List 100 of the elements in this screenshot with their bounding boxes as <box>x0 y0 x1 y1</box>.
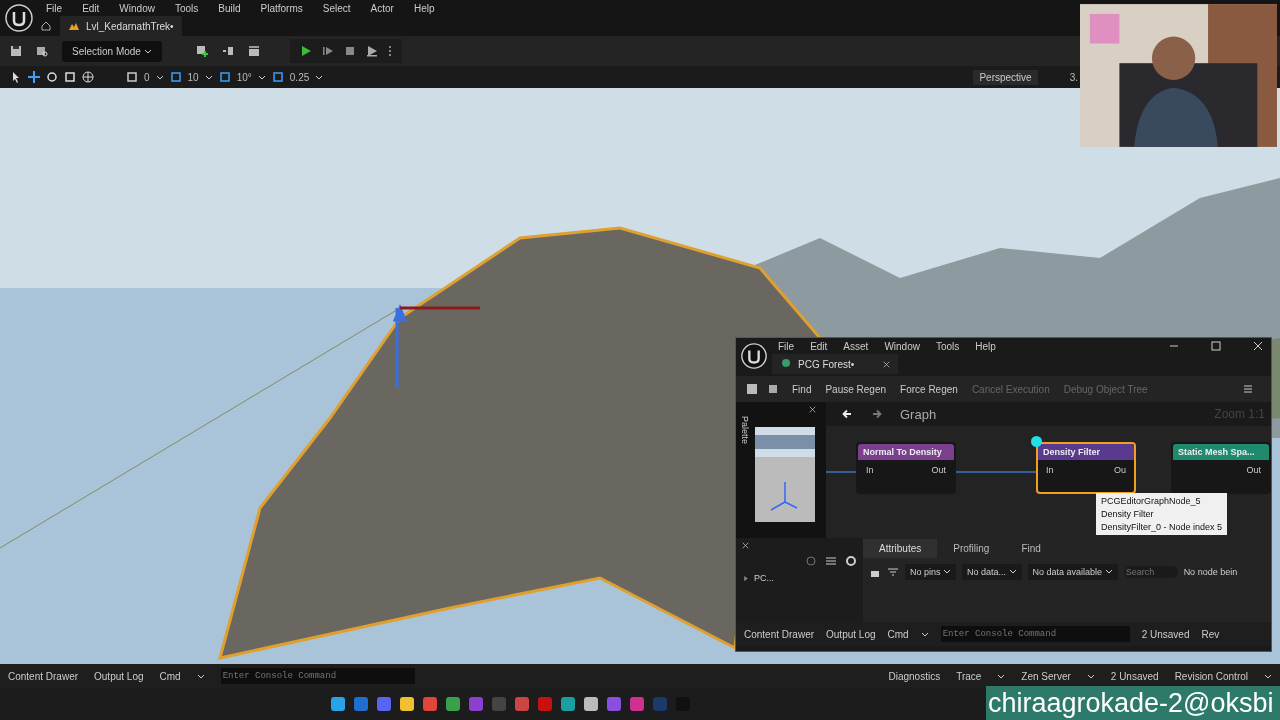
snap-icon[interactable] <box>126 71 138 83</box>
menu-item[interactable]: Platforms <box>260 2 303 14</box>
clapper-icon[interactable] <box>247 45 260 57</box>
browse-icon[interactable] <box>768 383 780 395</box>
expand-arrow-icon[interactable] <box>742 574 750 582</box>
menu-item[interactable]: Tools <box>935 340 960 352</box>
revision-control-dropdown[interactable]: Revision Control <box>1174 670 1248 682</box>
unsaved-button[interactable]: 2 Unsaved <box>1110 670 1159 682</box>
close-icon[interactable] <box>742 542 749 549</box>
select-icon[interactable] <box>10 71 22 83</box>
maximize-icon[interactable] <box>1211 341 1221 351</box>
logo-icon[interactable] <box>4 3 34 33</box>
console-input[interactable]: Enter Console Command <box>940 626 1130 642</box>
snap-value[interactable]: 10 <box>187 71 199 83</box>
toolbar-button[interactable]: Pause Regen <box>823 383 889 395</box>
step-icon[interactable] <box>321 45 334 57</box>
graph-node[interactable]: Static Mesh Spa... Out <box>1171 442 1271 494</box>
toolbar-button[interactable]: Find <box>790 383 814 395</box>
caret-icon[interactable] <box>1086 672 1095 680</box>
output-log-button[interactable]: Output Log <box>826 628 876 640</box>
caret-icon[interactable] <box>997 672 1006 680</box>
filter-dropdown[interactable]: No pins <box>905 564 957 580</box>
back-arrow-icon[interactable] <box>842 409 852 419</box>
filter-dropdown[interactable]: No data... <box>962 564 1022 580</box>
trace-dropdown[interactable]: Trace <box>956 670 982 682</box>
panel-tab[interactable]: Find <box>1005 538 1057 558</box>
menu-item[interactable]: Help <box>413 2 435 14</box>
zen-server-dropdown[interactable]: Zen Server <box>1021 670 1071 682</box>
move-icon[interactable] <box>28 71 40 83</box>
menu-item[interactable]: Edit <box>810 340 828 352</box>
menu-item[interactable]: Select <box>322 2 351 14</box>
pin-label[interactable]: Out <box>931 465 946 475</box>
pin-label[interactable]: Out <box>1246 465 1261 475</box>
viewport-option[interactable]: 3. <box>1069 71 1078 83</box>
rotate-icon[interactable] <box>46 71 58 83</box>
menu-item[interactable]: Actor <box>370 2 394 14</box>
caret-icon[interactable] <box>920 630 929 638</box>
snap-icon[interactable] <box>169 71 182 83</box>
tree-item[interactable]: PC... <box>754 573 774 583</box>
diagnostics-button[interactable]: Diagnostics <box>888 670 941 682</box>
list-icon[interactable] <box>825 555 837 567</box>
browse-icon[interactable] <box>36 45 48 57</box>
filter-dropdown[interactable]: No data available <box>1027 564 1118 580</box>
caret-icon[interactable] <box>257 73 266 81</box>
content-drawer-button[interactable]: Content Drawer <box>8 670 79 682</box>
snap-icon[interactable] <box>218 71 231 83</box>
snap-value[interactable]: 0 <box>144 71 150 83</box>
logo-icon[interactable] <box>740 342 768 370</box>
save-icon[interactable] <box>746 383 758 395</box>
close-icon[interactable] <box>809 406 816 413</box>
cmd-dropdown[interactable]: Cmd <box>887 628 909 640</box>
snap-icon[interactable] <box>271 71 284 83</box>
scale-icon[interactable] <box>64 71 76 83</box>
content-drawer-button[interactable]: Content Drawer <box>744 628 815 640</box>
menu-item[interactable]: Asset <box>843 340 869 352</box>
panel-tab[interactable]: Profiling <box>937 538 1006 558</box>
search-field[interactable]: Search <box>1123 566 1178 578</box>
menu-item[interactable]: File <box>46 2 63 14</box>
caret-icon[interactable] <box>315 73 324 81</box>
graph-node[interactable]: Density Filter In Ou <box>1036 442 1136 494</box>
stop-icon[interactable] <box>343 45 356 57</box>
selection-mode-dropdown[interactable]: Selection Mode <box>62 40 162 62</box>
output-log-button[interactable]: Output Log <box>94 670 144 682</box>
toolbar-button[interactable]: Force Regen <box>898 383 960 395</box>
menu-item[interactable]: Tools <box>174 2 199 14</box>
add-cube-icon[interactable] <box>195 45 208 57</box>
menu-item[interactable]: File <box>778 340 795 352</box>
status-button[interactable]: Rev <box>1201 628 1220 640</box>
perspective-button[interactable]: Perspective <box>973 69 1038 85</box>
unsaved-button[interactable]: 2 Unsaved <box>1141 628 1190 640</box>
menu-item[interactable]: Build <box>218 2 241 14</box>
menu-item[interactable]: Help <box>975 340 996 352</box>
level-tab[interactable]: Lvl_KedarnathTrek• <box>60 16 182 36</box>
graph-tab[interactable]: PCG Forest• <box>772 354 898 374</box>
caret-icon[interactable] <box>204 73 213 81</box>
menu-icon[interactable] <box>1243 384 1253 394</box>
menu-item[interactable]: Window <box>884 340 920 352</box>
caret-icon[interactable] <box>1264 672 1272 680</box>
snap-value[interactable]: 0.25 <box>289 71 310 83</box>
menu-item[interactable]: Window <box>119 2 155 14</box>
palette-tab[interactable]: Palette <box>736 402 750 538</box>
caret-icon[interactable] <box>196 672 205 680</box>
pin-label[interactable]: Ou <box>1114 465 1126 475</box>
close-icon[interactable] <box>883 360 890 368</box>
save-icon[interactable] <box>10 45 22 57</box>
pin-label[interactable]: In <box>1046 465 1054 475</box>
menu-item[interactable]: Edit <box>82 2 100 14</box>
home-icon[interactable] <box>40 20 52 32</box>
forward-arrow-icon[interactable] <box>872 409 882 419</box>
more-icon[interactable] <box>387 45 392 57</box>
graph-node[interactable]: Normal To Density In Out <box>856 442 956 494</box>
panel-tab[interactable]: Attributes <box>863 538 938 558</box>
pin-label[interactable]: In <box>866 465 874 475</box>
caret-icon[interactable] <box>155 73 164 81</box>
globe-icon[interactable] <box>82 71 94 83</box>
filter-icon[interactable] <box>887 566 899 578</box>
snap-value[interactable]: 10° <box>236 71 252 83</box>
cmd-dropdown[interactable]: Cmd <box>159 670 181 682</box>
console-input[interactable]: Enter Console Command <box>220 668 415 684</box>
close-icon[interactable] <box>1253 341 1263 351</box>
